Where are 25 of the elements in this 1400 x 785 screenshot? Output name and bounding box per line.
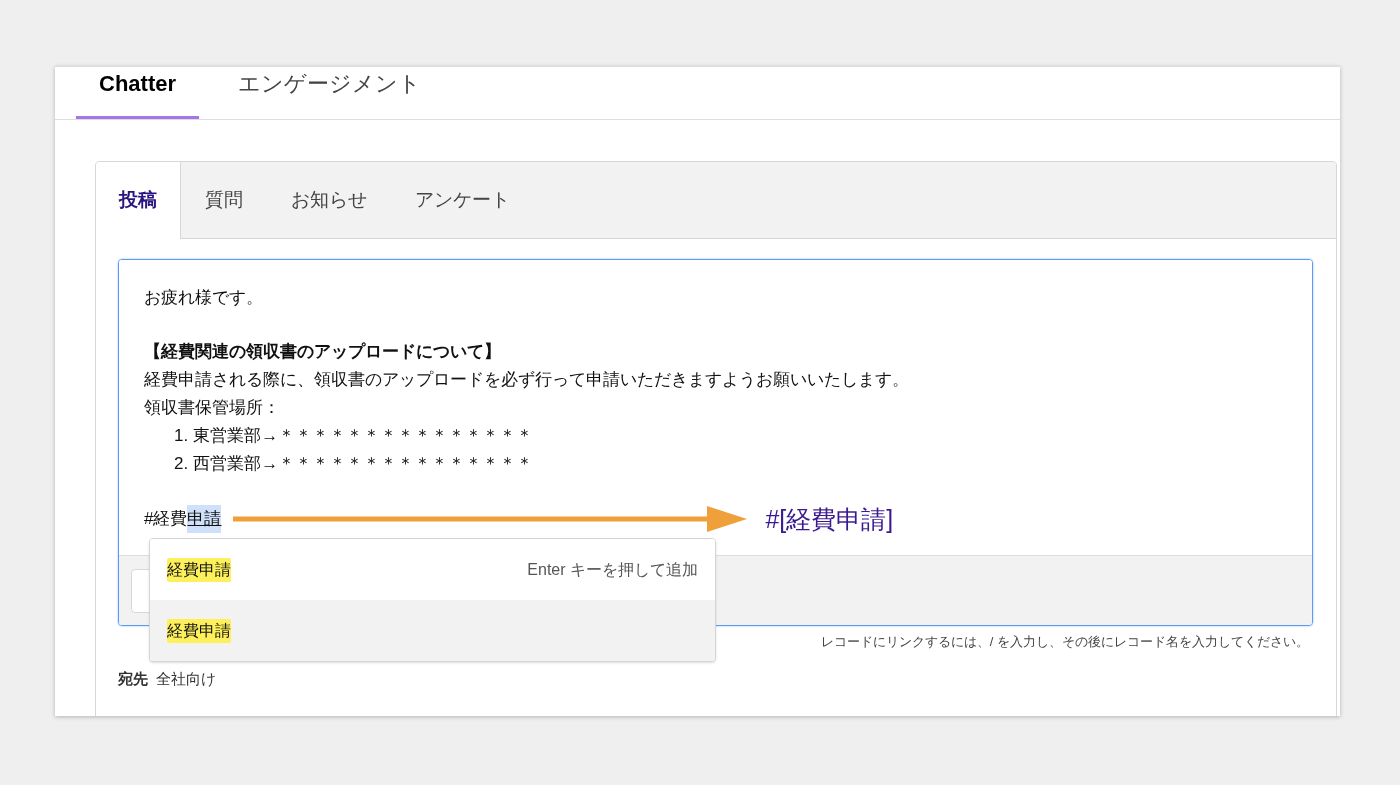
suggestion-item[interactable]: 経費申請 Enter キーを押して追加: [150, 539, 715, 600]
list-number: 2.: [174, 453, 189, 475]
list-number: 1.: [174, 425, 189, 447]
list-item: 西営業部→＊＊＊＊＊＊＊＊＊＊＊＊＊＊＊: [193, 453, 534, 475]
selected-text: 申請: [187, 505, 222, 533]
link-hint: レコードにリンクするには、/ を入力し、その後にレコード名を入力してください。: [819, 633, 1310, 651]
match-highlight: 経費申請: [167, 618, 231, 643]
main-tab[interactable]: Chatter: [76, 67, 199, 119]
list-label: 領収書保管場所：: [144, 397, 281, 419]
post-body: 経費申請される際に、領収書のアップロードを必ず行って申請いただきますようお願いいたします。: [144, 369, 910, 391]
match-highlight: 経費申請: [167, 557, 231, 582]
list-item: 東営業部→＊＊＊＊＊＊＊＊＊＊＊＊＊＊＊: [193, 425, 534, 447]
main-tab[interactable]: エンゲージメント: [215, 67, 444, 119]
publisher-tab[interactable]: 投稿: [96, 162, 181, 239]
recipient-label: 宛先: [118, 668, 148, 689]
recipient-value: 全社向け: [156, 668, 216, 689]
publisher-tab[interactable]: アンケート: [391, 162, 534, 239]
hashtag-text: #経費: [144, 508, 188, 530]
greeting-text: お疲れ様です。: [144, 287, 264, 309]
publisher-tab[interactable]: 質問: [181, 162, 267, 239]
post-heading: 【経費関連の領収書のアップロードについて】: [144, 341, 502, 363]
suggestion-hint: Enter キーを押して追加: [527, 559, 698, 580]
annotation-text: #[経費申請]: [765, 505, 894, 533]
suggestion-item[interactable]: 経費申請: [150, 600, 715, 661]
publisher-tab[interactable]: お知らせ: [267, 162, 391, 239]
